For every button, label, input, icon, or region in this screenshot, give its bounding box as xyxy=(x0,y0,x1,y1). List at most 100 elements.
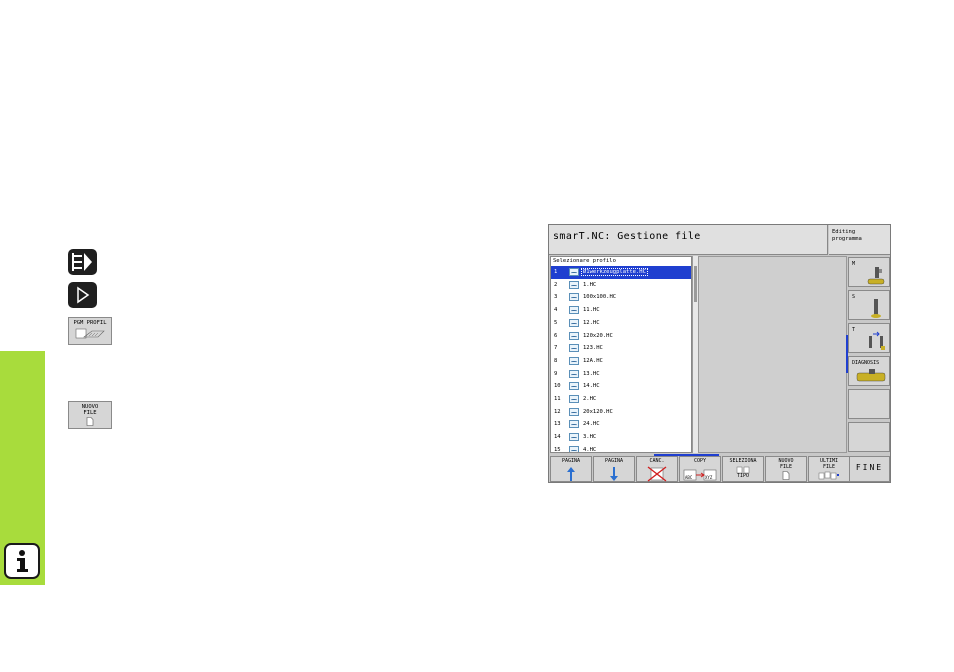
nc-file-icon xyxy=(569,318,579,327)
file-number: 10 xyxy=(554,383,561,390)
screen-title: smarT.NC: Gestione file xyxy=(553,231,701,242)
arrow-down-icon xyxy=(610,466,618,481)
file-name: 13.HC xyxy=(583,370,600,377)
file-list-item[interactable]: 5 12.HC xyxy=(551,317,691,330)
select-type-softkey[interactable]: SELEZIONA TIPO xyxy=(722,456,764,482)
file-number: 4 xyxy=(554,307,558,314)
file-name: 14.HC xyxy=(583,383,600,390)
file-name: 20x120.HC xyxy=(583,408,613,415)
file-list-item[interactable]: 9 13.HC xyxy=(551,368,691,381)
file-list-item[interactable]: 1 Ø1werkzeugplatte.HC xyxy=(551,266,691,279)
file-list-item[interactable]: 6 120x20.HC xyxy=(551,330,691,343)
list-header: Selezionare profilo xyxy=(553,258,616,264)
file-list-item[interactable]: 15 4.HC xyxy=(551,444,691,453)
new-file-icon xyxy=(782,471,790,480)
nc-file-icon xyxy=(569,369,579,378)
empty-vertical-softkey-2[interactable] xyxy=(848,422,890,452)
end-softkey[interactable]: FINE xyxy=(849,456,890,482)
file-list-item[interactable]: 11 2.HC xyxy=(551,393,691,406)
nc-file-icon xyxy=(569,356,579,365)
file-number: 7 xyxy=(554,345,558,352)
nc-file-icon xyxy=(569,420,579,429)
file-number: 11 xyxy=(554,396,561,402)
file-name: 4.HC xyxy=(583,446,597,453)
page-down-softkey[interactable]: PAGINA xyxy=(593,456,635,482)
nc-file-icon xyxy=(569,293,579,302)
nc-file-icon xyxy=(569,306,579,315)
nc-file-icon xyxy=(569,395,579,403)
file-name: 24.HC xyxy=(583,421,600,428)
nc-file-icon xyxy=(569,445,579,452)
file-number: 1 xyxy=(554,269,558,275)
spindle-speed-icon xyxy=(871,299,881,318)
next-arrow-key-icon xyxy=(68,282,97,308)
diagnosis-softkey[interactable]: DIAGNOSIS xyxy=(848,356,890,386)
nc-file-icon xyxy=(569,280,579,289)
file-number: 13 xyxy=(554,421,561,428)
file-list-item[interactable]: 13 24.HC xyxy=(551,418,691,431)
delete-softkey[interactable]: CANC. xyxy=(636,456,678,482)
new-file-softkey[interactable]: NUOVO FILE xyxy=(765,456,807,482)
file-list-item[interactable]: 3 100x100.HC xyxy=(551,291,691,304)
empty-vertical-softkey-1[interactable] xyxy=(848,389,890,419)
file-name: 11.HC xyxy=(583,307,600,314)
tool-change-icon xyxy=(869,331,885,350)
file-list-item[interactable]: 2 1.HC xyxy=(551,279,691,292)
file-list-item[interactable]: 4 11.HC xyxy=(551,304,691,317)
svg-text:ABC: ABC xyxy=(685,475,693,480)
file-number: 14 xyxy=(554,434,561,441)
file-number: 3 xyxy=(554,294,558,301)
last-files-softkey[interactable]: ULTIMI FILE xyxy=(808,456,850,482)
title-bar: smarT.NC: Gestione file xyxy=(549,225,828,255)
file-name: 2.HC xyxy=(583,396,597,402)
t-function-softkey[interactable]: T xyxy=(848,323,890,353)
svg-text:XYZ: XYZ xyxy=(705,475,713,480)
softkey-level-indicator xyxy=(846,335,848,373)
nc-file-icon xyxy=(569,268,579,276)
diagnosis-icon xyxy=(856,369,886,382)
info-icon xyxy=(4,543,40,579)
file-list-item[interactable]: 8 12A.HC xyxy=(551,355,691,368)
file-name: 3.HC xyxy=(583,434,597,441)
page-up-softkey[interactable]: PAGINA xyxy=(550,456,592,482)
file-name: Ø1werkzeugplatte.HC xyxy=(581,268,648,276)
file-number: 2 xyxy=(554,281,558,288)
s-function-softkey[interactable]: S xyxy=(848,290,890,320)
scroll-thumb[interactable] xyxy=(694,266,697,302)
file-list-item[interactable]: 10 14.HC xyxy=(551,380,691,393)
delete-icon xyxy=(647,465,667,482)
file-list: Selezionare profilo 1 Ø1werkzeugplatte.HC… xyxy=(550,256,692,453)
file-list-item[interactable]: 12 20x120.HC xyxy=(551,406,691,419)
copy-icon: ABC XYZ xyxy=(683,469,717,480)
file-name: 100x100.HC xyxy=(583,294,617,301)
file-name: 1.HC xyxy=(583,281,597,288)
pgm-profil-softkey: PGM PROFIL xyxy=(68,317,112,345)
file-number: 8 xyxy=(554,357,558,364)
file-number: 9 xyxy=(554,370,558,377)
file-number: 15 xyxy=(554,446,561,453)
nuovo-file-softkey: NUOVO FILE xyxy=(68,401,112,429)
arrow-up-icon xyxy=(567,466,575,481)
copy-softkey[interactable]: COPY ABC XYZ xyxy=(679,456,721,482)
file-list-item[interactable]: 7 123.HC xyxy=(551,342,691,355)
nc-file-icon xyxy=(569,344,579,353)
mode-indicator: Editing programma xyxy=(829,225,890,255)
program-edit-key-icon xyxy=(68,249,97,275)
m-function-softkey[interactable]: M xyxy=(848,257,890,287)
nc-file-icon xyxy=(569,407,579,416)
nc-file-icon xyxy=(569,433,579,442)
file-number: 12 xyxy=(554,408,561,415)
file-name: 123.HC xyxy=(583,345,603,352)
file-name: 12.HC xyxy=(583,319,600,326)
nc-file-icon xyxy=(569,331,579,340)
file-name: 120x20.HC xyxy=(583,332,613,339)
file-number: 5 xyxy=(554,319,558,326)
spindle-icon xyxy=(867,267,885,285)
preview-pane xyxy=(698,256,847,453)
nc-file-icon xyxy=(569,382,579,391)
file-list-item[interactable]: 14 3.HC xyxy=(551,431,691,444)
control-screen: smarT.NC: Gestione file Editing programm… xyxy=(548,224,891,483)
file-number: 6 xyxy=(554,332,558,339)
mode-line-2: programma xyxy=(832,235,862,242)
last-files-icon xyxy=(818,471,839,480)
